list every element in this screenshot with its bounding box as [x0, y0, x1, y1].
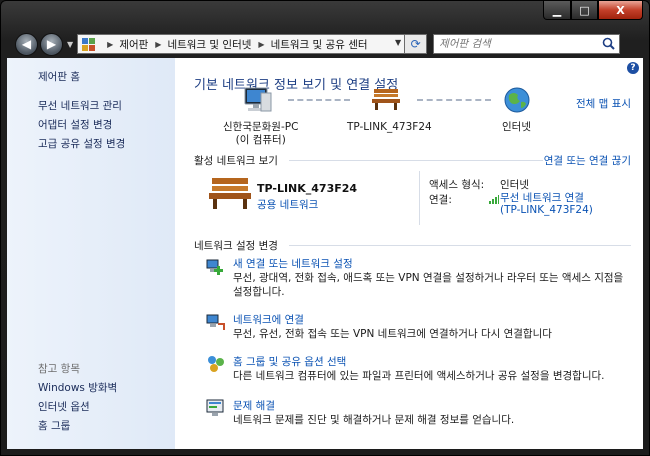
refresh-icon: ⟳ [410, 37, 421, 51]
new-connection-icon [206, 259, 223, 275]
sidebar-item-windows-firewall[interactable]: Windows 방화벽 [38, 380, 117, 395]
map-computer-label: 신한국문화원-PC (이 컴퓨터) [223, 121, 298, 147]
homegroup-sharing-desc: 다른 네트워크 컴퓨터에 있는 파일과 프린터에 액세스하거나 공유 설정을 변… [233, 370, 605, 382]
main-panel: ? 기본 네트워크 정보 보기 및 연결 설정 전체 맵 표시 신한국문화원-P… [175, 58, 643, 449]
breadcrumb-separator-icon[interactable]: ▶ [155, 40, 161, 49]
map-link-computer-network [288, 99, 350, 101]
connect-disconnect-link[interactable]: 연결 또는 연결 끊기 [544, 153, 631, 168]
computer-icon[interactable] [242, 86, 272, 114]
sidebar-item-homegroup[interactable]: 홈 그룹 [38, 418, 70, 433]
address-bar[interactable]: ▶ 제어판 ▶ 네트워크 및 인터넷 ▶ 네트워크 및 공유 센터 ▼ [77, 34, 406, 54]
help-button[interactable]: ? [627, 62, 639, 74]
address-dropdown-icon[interactable]: ▼ [395, 38, 401, 47]
connections-label: 연결: [429, 194, 452, 206]
troubleshoot-icon [206, 399, 224, 416]
minimize-icon: ▁ [552, 3, 562, 17]
back-button[interactable]: ◀ [15, 32, 38, 56]
close-button[interactable]: X [598, 1, 643, 20]
homegroup-sharing-link[interactable]: 홈 그룹 및 공유 옵션 선택 [233, 354, 346, 369]
sidebar-control-panel-home[interactable]: 제어판 홈 [38, 69, 80, 84]
vertical-divider [419, 171, 420, 225]
map-internet-label: 인터넷 [502, 121, 531, 133]
breadcrumb-separator-icon[interactable]: ▶ [258, 40, 264, 49]
close-icon: X [616, 3, 625, 17]
breadcrumb-control-panel[interactable]: 제어판 [119, 37, 148, 52]
search-input[interactable] [439, 38, 590, 50]
breadcrumb-network-internet[interactable]: 네트워크 및 인터넷 [167, 37, 251, 52]
bench-network-icon[interactable] [372, 87, 400, 111]
setup-new-connection-link[interactable]: 새 연결 또는 네트워크 설정 [233, 256, 353, 271]
help-icon: ? [630, 63, 636, 73]
this-computer-label: (이 컴퓨터) [235, 134, 286, 146]
connect-to-network-desc: 무선, 유선, 전화 접속 또는 VPN 네트워크에 연결하거나 다시 연결합니… [233, 328, 552, 340]
wireless-connection-ssid: (TP-LINK_473F24) [500, 204, 593, 216]
troubleshoot-desc: 네트워크 문제를 진단 및 해결하거나 문제 해결 정보를 얻습니다. [233, 414, 515, 426]
troubleshoot-link[interactable]: 문제 해결 [233, 398, 275, 413]
breadcrumb-network-sharing-center[interactable]: 네트워크 및 공유 센터 [271, 37, 368, 52]
setup-new-connection-desc: 무선, 광대역, 전화 접속, 애드혹 또는 VPN 연결을 설정하거나 라우터… [233, 272, 624, 298]
sidebar-item-internet-options[interactable]: 인터넷 옵션 [38, 399, 90, 414]
active-networks-heading: 활성 네트워크 보기 [194, 155, 278, 167]
minimize-button[interactable]: ▁ [543, 1, 571, 20]
wireless-connection-link[interactable]: 무선 네트워크 연결 (TP-LINK_473F24) [500, 192, 593, 216]
map-network-label: TP-LINK_473F24 [347, 121, 432, 133]
section-divider [289, 160, 543, 161]
forward-arrow-icon: ▶ [46, 37, 57, 51]
wifi-signal-icon [489, 195, 499, 204]
access-type-label: 액세스 형식: [429, 179, 485, 191]
recent-pages-dropdown-icon[interactable]: ▼ [67, 40, 73, 49]
refresh-button[interactable]: ⟳ [405, 34, 428, 54]
connect-to-network-icon [206, 314, 225, 330]
connect-to-network-link[interactable]: 네트워크에 연결 [233, 312, 304, 327]
client-area: 제어판 홈 무선 네트워크 관리 어댑터 설정 변경 고급 공유 설정 변경 참… [7, 58, 643, 449]
public-network-bench-icon [209, 178, 251, 209]
breadcrumb-separator-icon[interactable]: ▶ [107, 40, 113, 49]
search-icon[interactable] [602, 37, 615, 50]
sidebar-item-manage-wireless[interactable]: 무선 네트워크 관리 [38, 98, 122, 113]
maximize-icon: □ [579, 3, 590, 17]
see-also-heading: 참고 항목 [38, 363, 80, 375]
sidebar-item-adapter-settings[interactable]: 어댑터 설정 변경 [38, 117, 112, 132]
section-divider [289, 245, 631, 246]
caption-buttons: ▁ □ X [543, 1, 643, 20]
map-link-network-internet [417, 99, 491, 101]
sidebar: 제어판 홈 무선 네트워크 관리 어댑터 설정 변경 고급 공유 설정 변경 참… [7, 58, 175, 449]
sidebar-item-advanced-sharing[interactable]: 고급 공유 설정 변경 [38, 136, 125, 151]
navigation-toolbar: ◀ ▶ ▼ ▶ 제어판 ▶ 네트워크 및 인터넷 ▶ 네트워크 및 공유 센터 … [15, 31, 637, 57]
change-settings-heading: 네트워크 설정 변경 [194, 240, 278, 252]
homegroup-icon [208, 356, 224, 372]
access-type-value: 인터넷 [500, 179, 529, 191]
search-box [433, 34, 621, 54]
control-panel-window: ▁ □ X ◀ ▶ ▼ ▶ 제어판 ▶ 네트워크 및 인터넷 ▶ 네트워크 및 … [0, 0, 650, 456]
back-arrow-icon: ◀ [21, 37, 32, 51]
computer-name: 신한국문화원-PC [223, 121, 299, 133]
maximize-button[interactable]: □ [571, 1, 598, 20]
see-full-map-link[interactable]: 전체 맵 표시 [576, 96, 631, 111]
control-panel-icon [82, 37, 96, 51]
network-type-link[interactable]: 공용 네트워크 [257, 197, 318, 212]
active-network-name: TP-LINK_473F24 [257, 182, 358, 195]
wireless-connection-name: 무선 네트워크 연결 [500, 192, 584, 204]
forward-button[interactable]: ▶ [40, 32, 63, 56]
internet-globe-icon[interactable] [503, 86, 531, 114]
page-title: 기본 네트워크 정보 보기 및 연결 설정 [194, 78, 399, 93]
